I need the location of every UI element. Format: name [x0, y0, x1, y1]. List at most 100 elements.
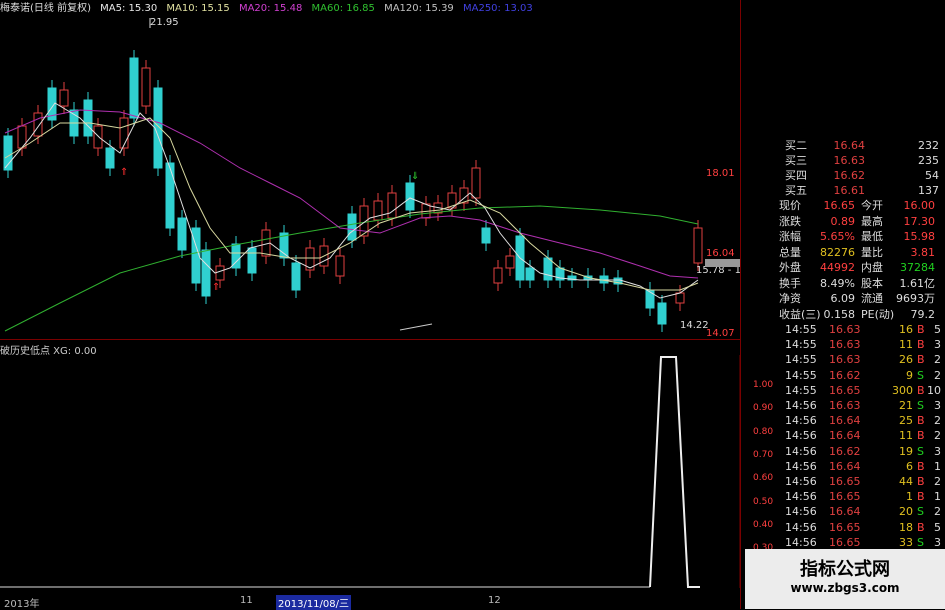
quote-key: 净资: [779, 292, 801, 305]
quote-value: 82276: [820, 245, 855, 259]
trend-line: [399, 323, 433, 331]
ma60-line: [4, 205, 699, 332]
quote-value: 0.158: [823, 307, 856, 321]
quote-key: 最高: [861, 214, 883, 228]
trade-time: 14:56: [785, 505, 817, 519]
trade-count: 1: [934, 490, 941, 504]
order-book-price: 16.62: [833, 169, 866, 182]
quote-key: PE(动): [861, 307, 895, 321]
ma20-label: MA20: 15.48: [238, 3, 303, 14]
up-arrow-icon: ⇓: [411, 171, 419, 182]
order-book-row: 买五 16.61 137: [747, 183, 939, 198]
trade-row: 14:56 16.64 25 B 2: [785, 413, 941, 428]
trade-side: B: [917, 338, 925, 352]
trade-price: 16.63: [829, 399, 861, 412]
trade-price: 16.65: [829, 520, 861, 534]
trade-count: 2: [934, 368, 941, 382]
trade-volume: 20: [899, 505, 913, 519]
axis-selected-date[interactable]: 2013/11/08/三: [276, 595, 352, 610]
quote-key: 涨跌: [779, 214, 801, 228]
order-book-price: 16.63: [833, 154, 866, 167]
price-axis-mid: 16.04: [706, 248, 735, 259]
trade-count: 2: [934, 475, 941, 488]
trade-price: 16.65: [829, 535, 861, 549]
quote-value: 16.00: [903, 199, 936, 212]
quote-value: 16.65: [823, 199, 856, 212]
ma10-label: MA10: 15.15: [166, 3, 230, 14]
quote-key: 外盘: [779, 261, 801, 274]
trade-side: B: [917, 429, 925, 443]
trade-price: 16.63: [829, 353, 861, 367]
trade-price: 16.64: [829, 505, 861, 519]
quote-key: 最低: [861, 230, 883, 243]
trade-side: S: [917, 444, 924, 458]
order-book-label: 买四: [785, 169, 807, 182]
trade-volume: 11: [899, 429, 913, 443]
candle-body: [83, 99, 93, 137]
candle-body: [693, 227, 703, 264]
peak-annotation: 21.95: [150, 18, 179, 28]
trade-side: B: [917, 414, 925, 428]
trade-price: 16.65: [829, 490, 861, 504]
trade-side: B: [917, 383, 925, 397]
candle-body: [405, 182, 415, 211]
indicator-tick-label: 0.70: [753, 449, 774, 460]
candle-body: [657, 302, 667, 325]
trade-side: B: [917, 323, 925, 336]
trade-count: 3: [934, 399, 941, 412]
order-book-volume: 232: [918, 139, 939, 152]
ma10-line: [4, 117, 699, 291]
trade-count: 3: [934, 535, 941, 549]
candle-body: [201, 249, 211, 297]
candle-body: [59, 89, 69, 107]
candle-body: [471, 167, 481, 199]
trade-row: 14:56 16.64 6 B 1: [785, 459, 941, 474]
trade-volume: 16: [899, 323, 913, 336]
quote-key: 内盘: [861, 261, 883, 274]
trade-volume: 19: [899, 444, 913, 458]
quote-key: 总量: [779, 245, 801, 259]
order-book-row: 买二 16.64 232: [747, 138, 939, 153]
watermark: 指标公式网 www.zbgs3.com: [745, 549, 945, 609]
quote-row: 净资 6.09 流通 9693万: [779, 291, 939, 306]
candle-body: [119, 117, 129, 149]
trade-count: 2: [934, 414, 941, 428]
trade-volume: 33: [899, 535, 913, 549]
indicator-tick-label: 0.90: [753, 403, 774, 414]
candle-body: [645, 289, 655, 309]
trade-row: 14:56 16.65 44 B 2: [785, 474, 941, 489]
trade-price: 16.63: [829, 338, 861, 352]
trade-count: 2: [934, 505, 941, 519]
candle-body: [525, 267, 535, 281]
trade-volume: 11: [899, 338, 913, 352]
trade-volume: 21: [899, 399, 913, 412]
quote-value: 15.98: [903, 230, 936, 243]
quote-row: 外盘 44992 内盘 37284: [779, 260, 939, 275]
quote-key: 今开: [861, 199, 883, 212]
axis-nov-label: 11: [240, 595, 253, 606]
candle-body: [505, 255, 515, 269]
trade-count: 3: [934, 444, 941, 458]
quote-value: 9693万: [896, 292, 935, 305]
quote-value: 79.2: [910, 307, 936, 321]
candlestick-chart[interactable]: 21.95 14.22 15.78 - 15. ⇑ ⇑ ⇓ 18.01 16.0…: [0, 18, 740, 340]
price-axis-low: 14.07: [706, 328, 735, 339]
trade-row: 14:55 16.63 26 B 2: [785, 352, 941, 367]
quote-value: 37284: [900, 261, 935, 274]
candle-body: [141, 67, 151, 107]
trade-side: B: [917, 490, 925, 504]
trade-side: B: [917, 459, 925, 473]
ma5-line: [4, 102, 699, 299]
trade-row: 14:56 16.65 33 S 3: [785, 535, 941, 550]
trade-volume: 6: [906, 459, 913, 473]
candle-body: [675, 292, 685, 304]
trade-count: 10: [927, 383, 941, 397]
indicator-chart[interactable]: [0, 355, 745, 588]
candle-body: [105, 147, 115, 169]
trade-price: 16.65: [829, 475, 861, 488]
trade-count: 1: [934, 459, 941, 473]
low-annotation: 14.22: [680, 320, 709, 331]
trade-volume: 9: [906, 368, 913, 382]
order-book-volume: 137: [918, 184, 939, 197]
xg-signal-line: [649, 356, 700, 588]
